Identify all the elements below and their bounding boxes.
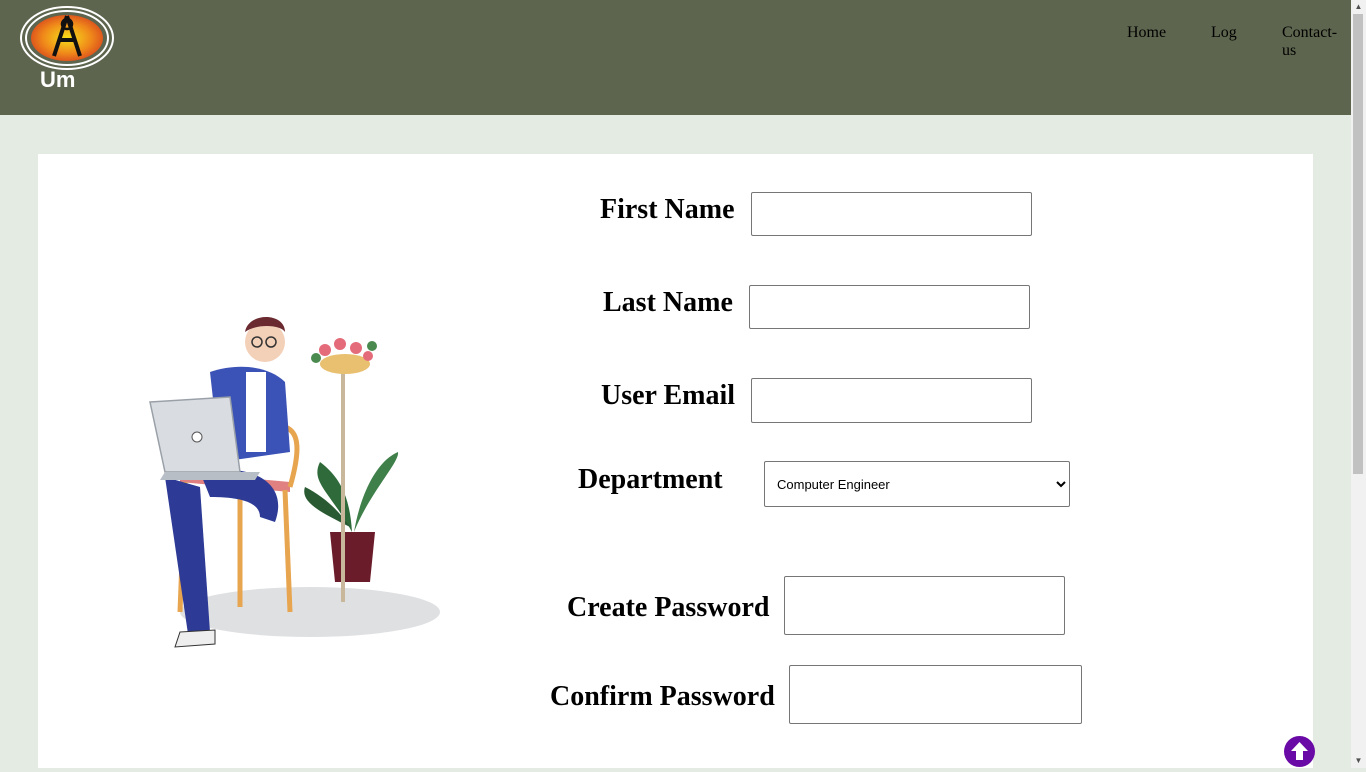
scroll-down-arrow-icon[interactable]: ▼ [1351, 754, 1366, 768]
confirm-password-label: Confirm Password [550, 681, 775, 712]
first-name-label: First Name [600, 194, 735, 225]
nav-home-link[interactable]: Home [1127, 24, 1166, 42]
first-name-input[interactable] [751, 192, 1032, 236]
create-password-label: Create Password [567, 592, 770, 623]
confirm-password-input[interactable] [789, 665, 1082, 724]
arrow-up-circle-icon [1291, 742, 1308, 760]
page-scrollbar[interactable]: ▲ ▼ [1351, 0, 1366, 768]
user-email-label: User Email [601, 380, 736, 411]
scroll-up-arrow-icon[interactable]: ▲ [1351, 0, 1366, 14]
site-logo[interactable]: Um [18, 4, 118, 90]
department-label: Department [578, 464, 723, 495]
nav-contact-us-link[interactable]: Contact-us [1282, 24, 1351, 60]
scrollbar-thumb[interactable] [1353, 14, 1363, 474]
site-header: Um Home Log Contact-us [0, 0, 1351, 115]
nav-log-link[interactable]: Log [1211, 24, 1237, 42]
scroll-to-top-button[interactable] [1284, 736, 1315, 767]
logo-text: Um [40, 67, 75, 90]
last-name-label: Last Name [603, 287, 733, 318]
user-email-input[interactable] [751, 378, 1032, 423]
create-password-input[interactable] [784, 576, 1065, 635]
top-nav: Home Log Contact-us [0, 24, 1351, 59]
person-with-laptop-illustration [149, 317, 440, 648]
last-name-input[interactable] [749, 285, 1030, 329]
department-select[interactable]: Computer Engineer [764, 461, 1070, 507]
